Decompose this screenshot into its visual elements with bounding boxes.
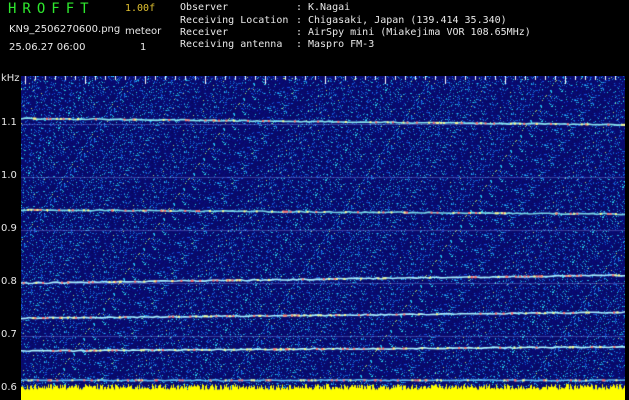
y-tick-label: 0.6 — [1, 382, 17, 394]
meta-value: Maspro FM-3 — [308, 39, 375, 50]
meta-value: Chigasaki, Japan (139.414 35.340) — [308, 15, 507, 26]
observation-datetime: 25.06.27 06:00 — [9, 42, 86, 53]
meta-value: AirSpy mini (Miakejima VOR 108.65MHz) — [308, 27, 531, 38]
meta-value: K.Nagai — [308, 2, 351, 13]
meta-row-antenna: Receiving antenna: Maspro FM-3 — [180, 39, 374, 50]
meta-key: Receiving antenna — [180, 39, 283, 50]
app-title: HROFFT — [8, 1, 95, 17]
y-axis-unit: kHz — [1, 73, 20, 84]
meta-row-observer: Observer: K.Nagai — [180, 2, 350, 13]
y-tick-label: 1.1 — [1, 116, 17, 128]
meta-row-receiver: Receiver: AirSpy mini (Miakejima VOR 108.… — [180, 27, 531, 38]
meta-key: Receiver — [180, 27, 229, 38]
y-tick-label: 0.7 — [1, 329, 17, 341]
y-tick-label: 0.8 — [1, 276, 17, 288]
meta-separator: : — [296, 27, 303, 38]
app-version: 1.00f — [125, 3, 156, 14]
meta-key: Receiving Location — [180, 15, 289, 26]
y-tick-label: 1.0 — [1, 169, 17, 181]
y-tick-label: 0.9 — [1, 223, 17, 235]
meta-key: Observer — [180, 2, 229, 13]
hrofft-window: HROFFT 1.00f KN9_2506270600.png 25.06.27… — [0, 0, 629, 400]
meta-separator: : — [296, 39, 303, 50]
meteor-count-label: meteor — [125, 26, 162, 37]
meta-separator: : — [296, 15, 303, 26]
file-name: KN9_2506270600.png — [9, 24, 121, 35]
meteor-count-value: 1 — [140, 42, 147, 53]
spectrogram-canvas[interactable] — [21, 76, 625, 400]
meta-separator: : — [296, 2, 303, 13]
meta-row-location: Receiving Location: Chigasaki, Japan (139… — [180, 15, 507, 26]
